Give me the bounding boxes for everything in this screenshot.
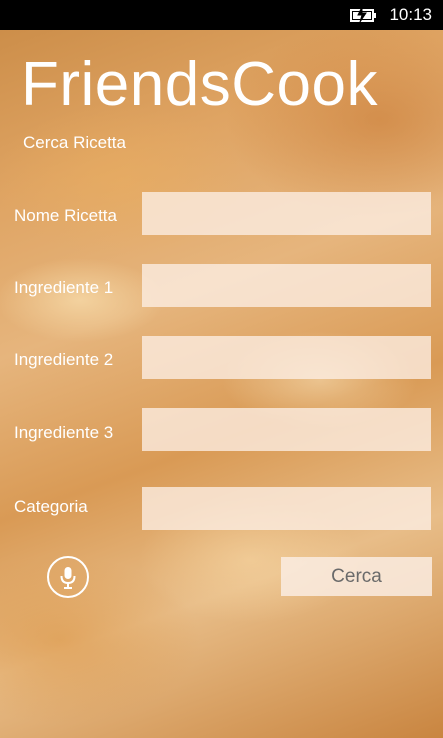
ingredient-3-label: Ingrediente 3 — [14, 423, 114, 442]
ingredient-1-input[interactable] — [142, 264, 431, 307]
ingredient-3-input[interactable] — [142, 408, 431, 451]
status-bar: 10:13 — [0, 0, 443, 30]
voice-search-button[interactable] — [47, 556, 89, 598]
clock: 10:13 — [389, 5, 432, 24]
microphone-icon — [60, 567, 76, 589]
recipe-name-label: Nome Ricetta — [14, 206, 117, 225]
category-input[interactable] — [142, 487, 431, 530]
ingredient-2-input[interactable] — [142, 336, 431, 379]
ingredient-2-label: Ingrediente 2 — [14, 350, 114, 369]
search-button[interactable]: Cerca — [281, 557, 432, 596]
recipe-name-input[interactable] — [142, 192, 431, 235]
app-title: FriendsCook — [21, 50, 378, 119]
category-label: Categoria — [14, 497, 88, 516]
page-subtitle: Cerca Ricetta — [23, 133, 126, 152]
battery-charging-icon — [349, 6, 379, 23]
ingredient-1-label: Ingrediente 1 — [14, 278, 114, 297]
